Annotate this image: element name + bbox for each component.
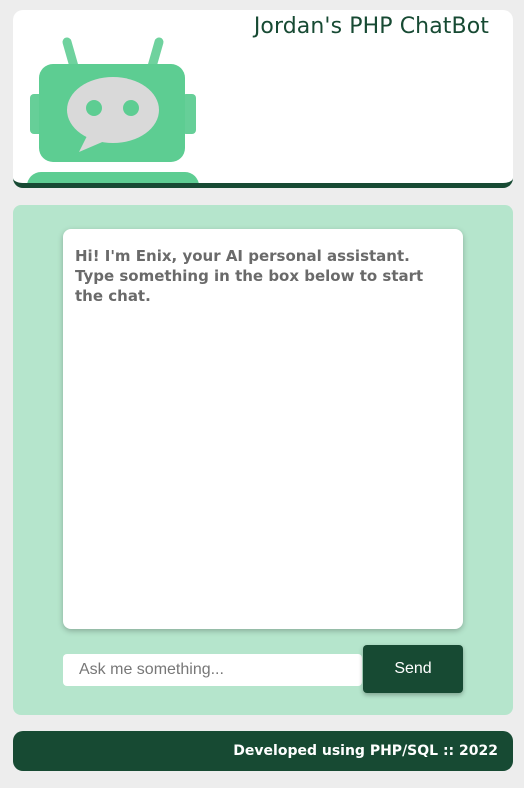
footer-text: Developed using PHP/SQL :: 2022 [233, 743, 498, 759]
bot-message: Hi! I'm Enix, your AI personal assistant… [75, 247, 424, 305]
chat-panel: Hi! I'm Enix, your AI personal assistant… [13, 205, 513, 715]
robot-chat-icon [27, 32, 217, 183]
chat-log: Hi! I'm Enix, your AI personal assistant… [63, 229, 463, 629]
header: Jordan's PHP ChatBot [13, 10, 513, 188]
chat-input[interactable] [63, 654, 362, 686]
footer: Developed using PHP/SQL :: 2022 [13, 731, 513, 771]
page-title: Jordan's PHP ChatBot [253, 14, 489, 39]
send-button[interactable]: Send [363, 645, 463, 693]
